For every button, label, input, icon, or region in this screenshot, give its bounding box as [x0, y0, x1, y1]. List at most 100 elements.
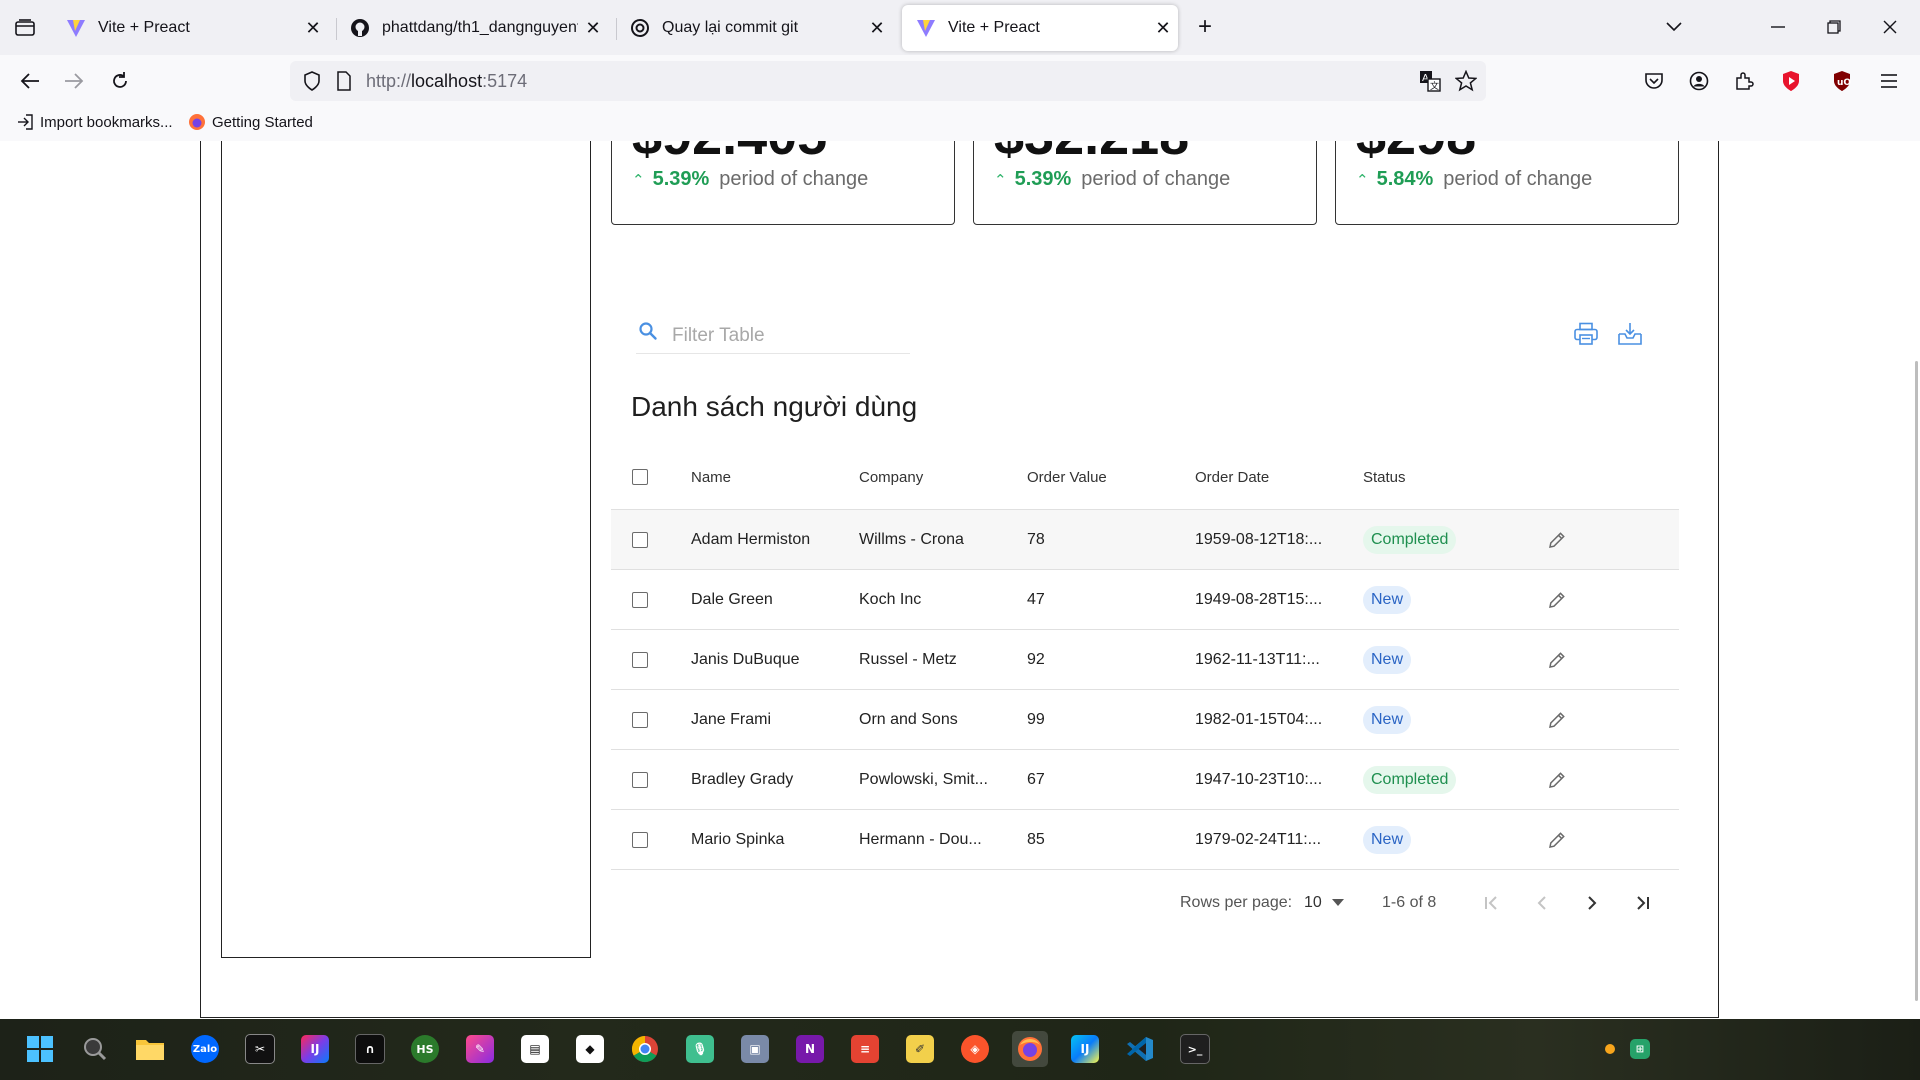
page-scrollbar[interactable]	[1912, 141, 1920, 1019]
close-tab-icon[interactable]: ✕	[1148, 18, 1178, 39]
video-download-icon[interactable]	[1775, 65, 1807, 97]
reload-icon[interactable]	[104, 65, 136, 97]
tab-github[interactable]: phattdang/th1_dangnguyentien ✕	[336, 5, 608, 51]
webstorm-icon[interactable]: IJ	[1067, 1031, 1103, 1067]
design-app-icon[interactable]: ✎	[462, 1031, 498, 1067]
column-header-order-date[interactable]: Order Date	[1195, 445, 1269, 509]
first-page-icon[interactable]	[1476, 887, 1508, 919]
row-checkbox[interactable]	[632, 771, 648, 788]
tray-app-icon[interactable]: ⊞	[1622, 1031, 1658, 1067]
edit-icon[interactable]	[1547, 750, 1567, 809]
capcut-icon[interactable]: ✂	[242, 1031, 278, 1067]
minimize-icon[interactable]	[1760, 12, 1796, 42]
microphone-app-icon[interactable]: 🎙	[682, 1031, 718, 1067]
edit-icon[interactable]	[1547, 510, 1567, 569]
stat-change-percent: 5.84%	[1376, 168, 1434, 190]
row-checkbox[interactable]	[632, 531, 648, 548]
column-header-company[interactable]: Company	[859, 445, 923, 509]
edit-icon[interactable]	[1547, 810, 1567, 869]
bookmark-import[interactable]: Import bookmarks...	[16, 113, 173, 131]
column-header-order-value[interactable]: Order Value	[1027, 445, 1107, 509]
filter-input[interactable]	[670, 321, 904, 351]
table-row[interactable]: Dale Green Koch Inc 47 1949-08-28T15:...…	[611, 570, 1679, 630]
cell-order-value: 78	[1027, 530, 1045, 548]
table-row[interactable]: Jane Frami Orn and Sons 99 1982-01-15T04…	[611, 690, 1679, 750]
terminal-icon[interactable]: >_	[1177, 1031, 1213, 1067]
hs-app-icon[interactable]: HS	[407, 1031, 443, 1067]
edit-icon[interactable]	[1547, 630, 1567, 689]
close-tab-icon[interactable]: ✕	[578, 18, 608, 39]
scrollbar-thumb[interactable]	[1915, 361, 1918, 1001]
page-icon[interactable]	[332, 69, 356, 93]
search-icon	[638, 321, 658, 346]
row-checkbox[interactable]	[632, 651, 648, 668]
row-checkbox[interactable]	[632, 591, 648, 608]
remote-app-icon[interactable]: ∩	[352, 1031, 388, 1067]
print-icon[interactable]	[1571, 319, 1601, 349]
row-checkbox[interactable]	[632, 831, 648, 848]
chrome-icon[interactable]	[627, 1031, 663, 1067]
firefox-icon[interactable]	[1012, 1031, 1048, 1067]
search-icon[interactable]	[77, 1031, 113, 1067]
select-all-checkbox[interactable]	[632, 469, 648, 485]
todoist-icon[interactable]: ≡	[847, 1031, 883, 1067]
photos-app-icon[interactable]: ▣	[737, 1031, 773, 1067]
bookmark-star-icon[interactable]	[1454, 69, 1478, 93]
edit-icon[interactable]	[1547, 690, 1567, 749]
row-checkbox[interactable]	[632, 711, 648, 728]
close-tab-icon[interactable]: ✕	[298, 18, 328, 39]
pocket-icon[interactable]	[1638, 65, 1670, 97]
close-tab-icon[interactable]: ✕	[862, 18, 892, 39]
column-header-status[interactable]: Status	[1363, 445, 1406, 509]
stat-change-percent: 5.39%	[1014, 168, 1072, 190]
edit-icon[interactable]	[1547, 570, 1567, 629]
close-window-icon[interactable]	[1872, 12, 1908, 42]
cursor-app-icon[interactable]: ◆	[572, 1031, 608, 1067]
previous-page-icon[interactable]	[1526, 887, 1558, 919]
onenote-icon[interactable]: N	[792, 1031, 828, 1067]
back-icon[interactable]	[14, 65, 46, 97]
tab-chatgpt[interactable]: Quay lại commit git ✕	[616, 5, 892, 51]
tab-list-icon[interactable]	[10, 14, 40, 42]
translate-icon[interactable]: A文	[1418, 69, 1442, 93]
url-bar[interactable]: http://localhost:5174 A文	[290, 61, 1486, 101]
table-row[interactable]: Adam Hermiston Willms - Crona 78 1959-08…	[611, 510, 1679, 570]
table-row[interactable]: Mario Spinka Hermann - Dou... 85 1979-02…	[611, 810, 1679, 870]
cell-company: Willms - Crona	[859, 530, 964, 548]
row-select-cell	[632, 690, 648, 749]
extensions-icon[interactable]	[1728, 65, 1760, 97]
download-icon[interactable]	[1615, 319, 1645, 349]
tab-vite-preact-1[interactable]: Vite + Preact ✕	[52, 5, 328, 51]
zalo-icon[interactable]: Zalo	[187, 1031, 223, 1067]
windows-start-icon[interactable]	[22, 1031, 58, 1067]
notes-app-icon[interactable]: ▤	[517, 1031, 553, 1067]
intellij-icon[interactable]: IJ	[297, 1031, 333, 1067]
list-all-tabs-icon[interactable]	[1656, 12, 1692, 42]
next-page-icon[interactable]	[1576, 887, 1608, 919]
url-text: http://localhost:5174	[366, 71, 527, 92]
new-tab-icon[interactable]: +	[1190, 14, 1220, 42]
column-header-name[interactable]: Name	[691, 445, 731, 509]
table-row[interactable]: Janis DuBuque Russel - Metz 92 1962-11-1…	[611, 630, 1679, 690]
sidebar-panel	[221, 141, 591, 958]
last-page-icon[interactable]	[1626, 887, 1658, 919]
bookmark-getting-started[interactable]: Getting Started	[188, 113, 313, 131]
page-viewport: $92.405 ⌃ 5.39% period of change $32.218…	[0, 141, 1920, 1019]
rows-per-page-select[interactable]: 10	[1304, 885, 1344, 921]
shield-icon[interactable]	[300, 69, 324, 93]
cell-order-date: 1979-02-24T11:...	[1195, 830, 1322, 848]
menu-icon[interactable]	[1873, 65, 1905, 97]
sticky-notes-icon[interactable]: ✐	[902, 1031, 938, 1067]
ublock-icon[interactable]: uO	[1826, 65, 1858, 97]
forward-icon[interactable]	[58, 65, 90, 97]
brave-icon[interactable]: ◈	[957, 1031, 993, 1067]
table-row[interactable]: Bradley Grady Powlowski, Smit... 67 1947…	[611, 750, 1679, 810]
file-explorer-icon[interactable]	[132, 1031, 168, 1067]
cell-status: New	[1363, 570, 1412, 629]
restore-icon[interactable]	[1816, 12, 1852, 42]
cell-order-value: 99	[1027, 710, 1045, 728]
table-header: Name Company Order Value Order Date Stat…	[611, 445, 1679, 510]
account-icon[interactable]	[1683, 65, 1715, 97]
vscode-icon[interactable]	[1122, 1031, 1158, 1067]
tab-vite-preact-active[interactable]: Vite + Preact ✕	[902, 5, 1178, 51]
